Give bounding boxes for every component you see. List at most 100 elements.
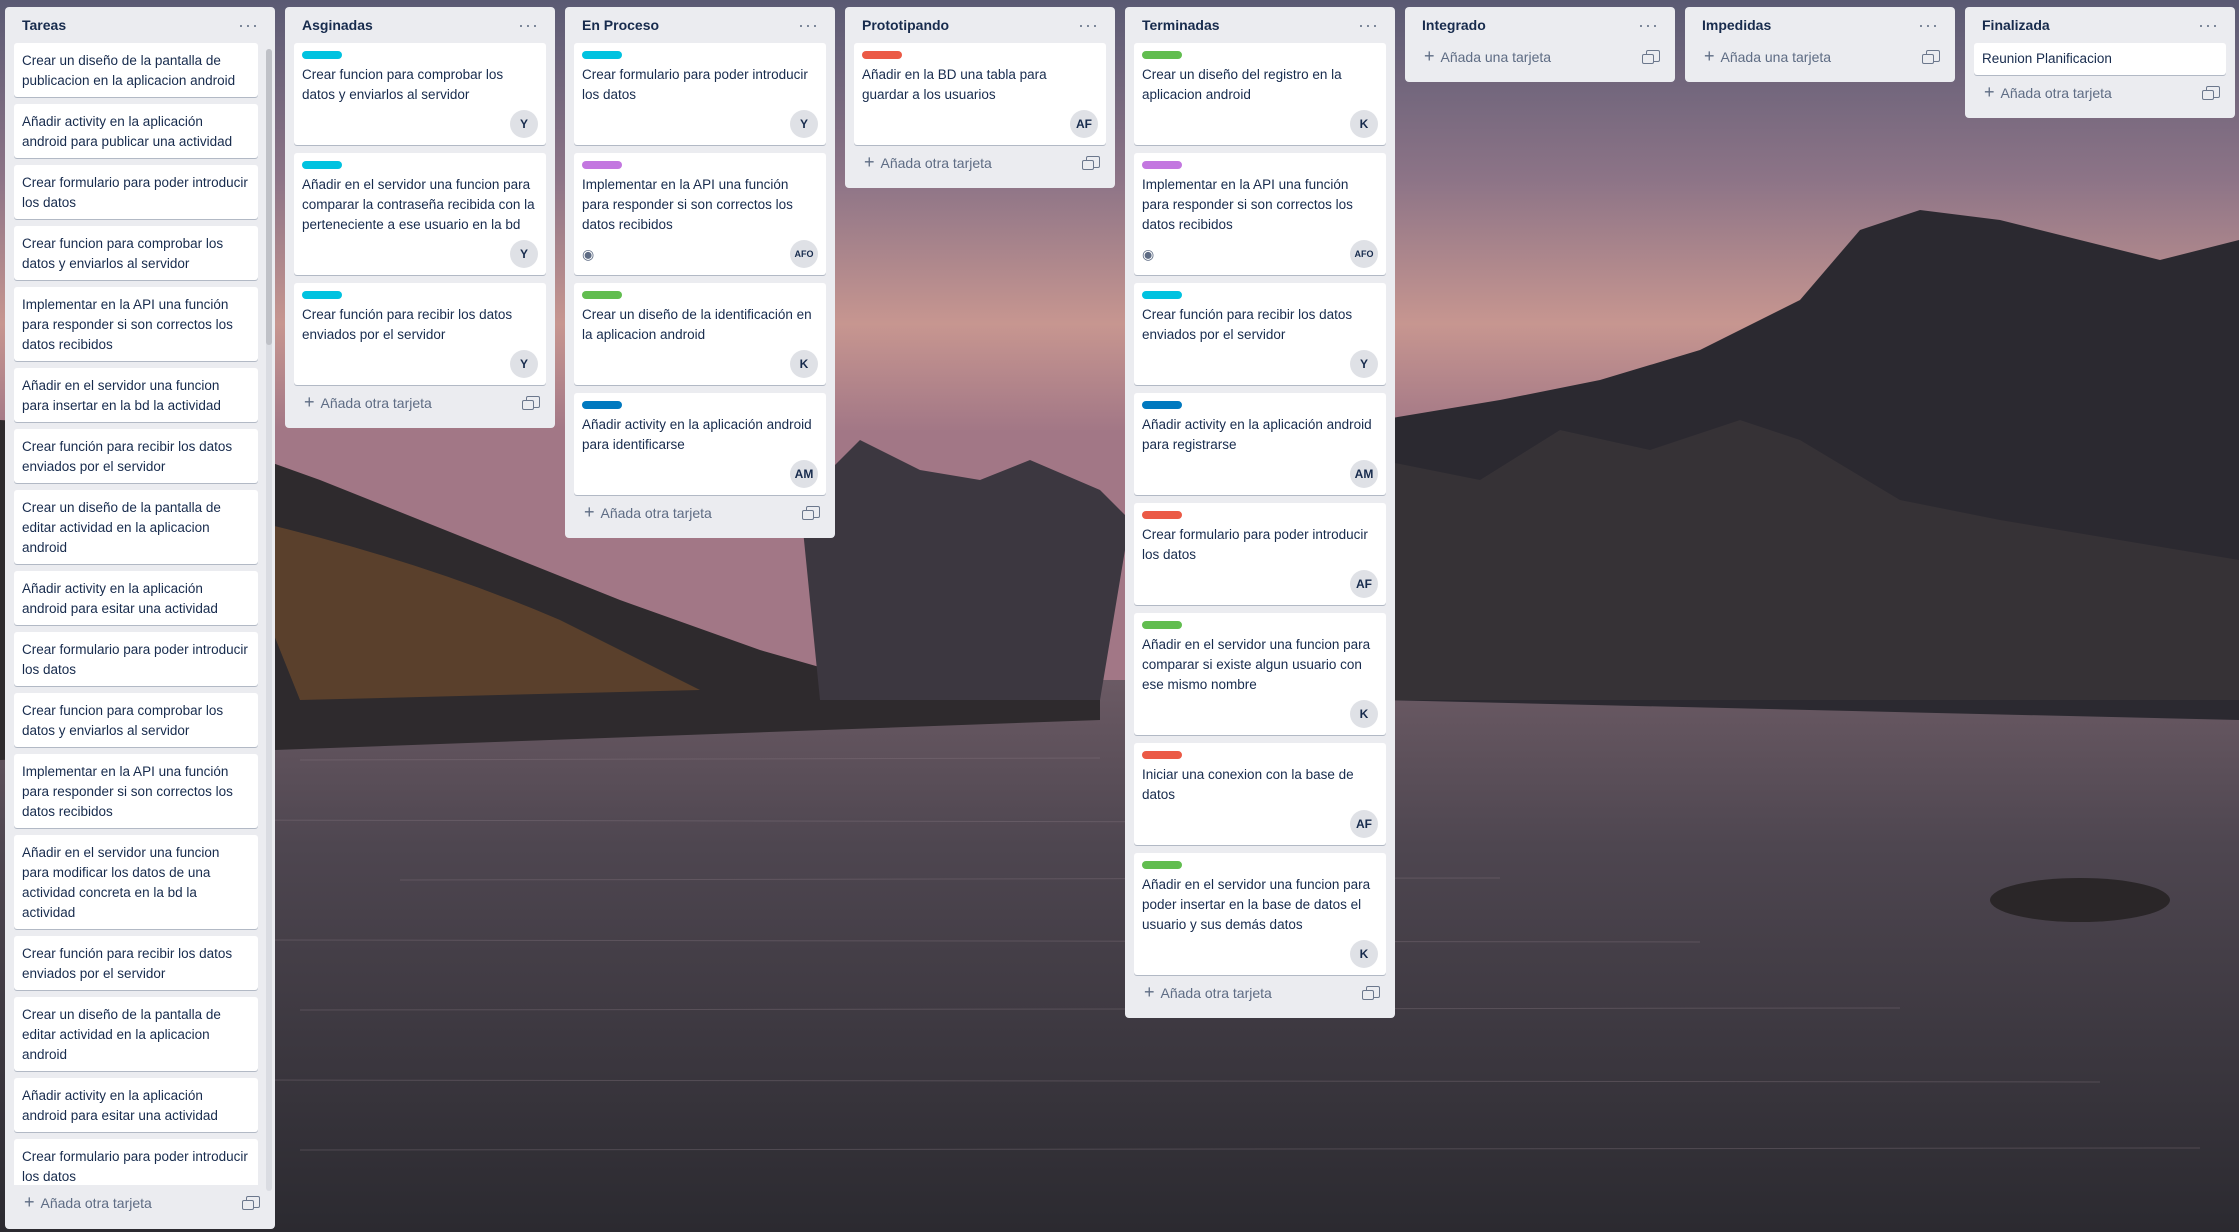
card-label[interactable] xyxy=(582,161,622,169)
card-label[interactable] xyxy=(582,401,622,409)
card[interactable]: Añadir activity en la aplicación android… xyxy=(14,1078,258,1132)
member-avatar[interactable]: Y xyxy=(790,110,818,138)
list-title[interactable]: Asginadas xyxy=(302,17,373,33)
member-avatar[interactable]: AF xyxy=(1350,810,1378,838)
add-card-button[interactable]: + Añada una tarjeta xyxy=(1694,39,1946,73)
card-label[interactable] xyxy=(1142,161,1182,169)
card[interactable]: Reunion Planificacion xyxy=(1974,43,2226,75)
member-avatar[interactable]: K xyxy=(790,350,818,378)
card-label[interactable] xyxy=(582,51,622,59)
card-template-icon[interactable] xyxy=(2202,86,2220,100)
card-label[interactable] xyxy=(1142,291,1182,299)
card[interactable]: Añadir activity en la aplicación android… xyxy=(574,393,826,495)
card[interactable]: Crear funcion para comprobar los datos y… xyxy=(294,43,546,145)
card-template-icon[interactable] xyxy=(522,396,540,410)
list-menu-icon[interactable]: ··· xyxy=(1638,16,1659,34)
card-template-icon[interactable] xyxy=(242,1196,260,1210)
card[interactable]: Añadir en el servidor una funcion para m… xyxy=(14,835,258,929)
card-label[interactable] xyxy=(582,291,622,299)
list-title[interactable]: Terminadas xyxy=(1142,17,1220,33)
card[interactable]: Crear función para recibir los datos env… xyxy=(1134,283,1386,385)
card-template-icon[interactable] xyxy=(1082,156,1100,170)
card[interactable]: Implementar en la API una función para r… xyxy=(1134,153,1386,275)
list-menu-icon[interactable]: ··· xyxy=(798,16,819,34)
card-label[interactable] xyxy=(1142,511,1182,519)
card-label[interactable] xyxy=(302,161,342,169)
list-title[interactable]: En Proceso xyxy=(582,17,659,33)
list-title[interactable]: Integrado xyxy=(1422,17,1486,33)
list-menu-icon[interactable]: ··· xyxy=(1918,16,1939,34)
card[interactable]: Crear funcion para comprobar los datos y… xyxy=(14,693,258,747)
member-avatar[interactable]: Y xyxy=(510,350,538,378)
add-card-button[interactable]: + Añada una tarjeta xyxy=(1414,39,1666,73)
list-title[interactable]: Finalizada xyxy=(1982,17,2050,33)
card[interactable]: Crear formulario para poder introducir l… xyxy=(14,1139,258,1185)
card-template-icon[interactable] xyxy=(1362,986,1380,1000)
card[interactable]: Crear función para recibir los datos env… xyxy=(14,936,258,990)
card[interactable]: Añadir en el servidor una funcion para i… xyxy=(14,368,258,422)
card[interactable]: Añadir en el servidor una funcion para c… xyxy=(1134,613,1386,735)
card[interactable]: Implementar en la API una función para r… xyxy=(14,287,258,361)
card[interactable]: Crear formulario para poder introducir l… xyxy=(14,632,258,686)
card[interactable]: Iniciar una conexion con la base de dato… xyxy=(1134,743,1386,845)
card-label[interactable] xyxy=(1142,861,1182,869)
member-avatar[interactable]: AM xyxy=(790,460,818,488)
add-card-button[interactable]: + Añada otra tarjeta xyxy=(574,495,826,529)
card-label[interactable] xyxy=(1142,401,1182,409)
card-label[interactable] xyxy=(1142,51,1182,59)
card[interactable]: Crear un diseño de la identificación en … xyxy=(574,283,826,385)
card[interactable]: Crear un diseño de la pantalla de editar… xyxy=(14,997,258,1071)
member-avatar[interactable]: K xyxy=(1350,110,1378,138)
member-avatar[interactable]: Y xyxy=(1350,350,1378,378)
list-menu-icon[interactable]: ··· xyxy=(238,16,259,34)
card-label[interactable] xyxy=(1142,621,1182,629)
list-menu-icon[interactable]: ··· xyxy=(1358,16,1379,34)
card-label[interactable] xyxy=(1142,751,1182,759)
member-avatar[interactable]: Y xyxy=(510,110,538,138)
card-template-icon[interactable] xyxy=(802,506,820,520)
card[interactable]: Crear formulario para poder introducir l… xyxy=(574,43,826,145)
card[interactable]: Crear función para recibir los datos env… xyxy=(294,283,546,385)
list-scrollbar[interactable] xyxy=(266,49,272,1191)
add-card-button[interactable]: + Añada otra tarjeta xyxy=(854,145,1106,179)
card[interactable]: Crear formulario para poder introducir l… xyxy=(14,165,258,219)
card-template-icon[interactable] xyxy=(1922,50,1940,64)
card-label[interactable] xyxy=(302,51,342,59)
member-avatar[interactable]: AFO xyxy=(790,240,818,268)
add-card-button[interactable]: + Añada otra tarjeta xyxy=(1974,75,2226,109)
card-template-icon[interactable] xyxy=(1642,50,1660,64)
list-title[interactable]: Tareas xyxy=(22,17,66,33)
member-avatar[interactable]: AM xyxy=(1350,460,1378,488)
add-card-button[interactable]: + Añada otra tarjeta xyxy=(1134,975,1386,1009)
card[interactable]: Añadir activity en la aplicación android… xyxy=(1134,393,1386,495)
list-menu-icon[interactable]: ··· xyxy=(518,16,539,34)
member-avatar[interactable]: AF xyxy=(1350,570,1378,598)
card[interactable]: Crear un diseño de la pantalla de public… xyxy=(14,43,258,97)
card-label[interactable] xyxy=(862,51,902,59)
card[interactable]: Crear un diseño de la pantalla de editar… xyxy=(14,490,258,564)
card[interactable]: Añadir en el servidor una funcion para p… xyxy=(1134,853,1386,975)
card[interactable]: Crear formulario para poder introducir l… xyxy=(1134,503,1386,605)
member-avatar[interactable]: AF xyxy=(1070,110,1098,138)
card[interactable]: Añadir activity en la aplicación android… xyxy=(14,104,258,158)
card[interactable]: Añadir activity en la aplicación android… xyxy=(14,571,258,625)
list-title[interactable]: Impedidas xyxy=(1702,17,1771,33)
card[interactable]: Crear funcion para comprobar los datos y… xyxy=(14,226,258,280)
list-menu-icon[interactable]: ··· xyxy=(2198,16,2219,34)
card[interactable]: Implementar en la API una función para r… xyxy=(14,754,258,828)
add-card-button[interactable]: + Añada otra tarjeta xyxy=(294,385,546,419)
member-avatar[interactable]: K xyxy=(1350,940,1378,968)
card[interactable]: Añadir en el servidor una funcion para c… xyxy=(294,153,546,275)
card[interactable]: Crear función para recibir los datos env… xyxy=(14,429,258,483)
card[interactable]: Implementar en la API una función para r… xyxy=(574,153,826,275)
member-avatar[interactable]: Y xyxy=(510,240,538,268)
list-title[interactable]: Prototipando xyxy=(862,17,949,33)
card[interactable]: Añadir en la BD una tabla para guardar a… xyxy=(854,43,1106,145)
scrollbar-thumb[interactable] xyxy=(266,49,272,345)
list-menu-icon[interactable]: ··· xyxy=(1078,16,1099,34)
member-avatar[interactable]: AFO xyxy=(1350,240,1378,268)
card-label[interactable] xyxy=(302,291,342,299)
member-avatar[interactable]: K xyxy=(1350,700,1378,728)
card[interactable]: Crear un diseño del registro en la aplic… xyxy=(1134,43,1386,145)
add-card-button[interactable]: + Añada otra tarjeta xyxy=(14,1185,266,1219)
